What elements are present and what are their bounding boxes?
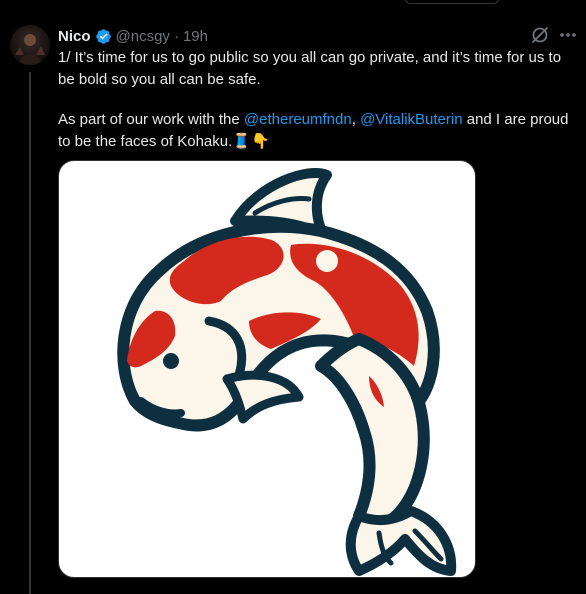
tweet-header: Nico @ncsgy · 19h <box>58 26 208 46</box>
koi-fish-image <box>117 168 457 576</box>
separator-dot: · <box>173 27 179 45</box>
more-options-icon[interactable] <box>557 26 579 44</box>
timestamp[interactable]: 19h <box>183 28 208 45</box>
thread-emoji: 🧵👇 <box>232 133 270 150</box>
verified-badge-icon <box>95 28 112 45</box>
thread-line <box>29 72 31 594</box>
tweet-media-image[interactable] <box>58 160 476 578</box>
mention-link-vitalikbuterin[interactable]: @VitalikButerin <box>360 111 463 128</box>
author-handle[interactable]: @ncsgy <box>116 28 170 45</box>
grok-icon[interactable] <box>530 25 550 45</box>
paragraph-2-prefix: As part of our work with the <box>58 111 244 128</box>
tweet-text: 1/ It’s time for us to go public so you … <box>58 47 580 153</box>
author-name[interactable]: Nico <box>58 28 91 45</box>
tweet-page: Nico @ncsgy · 19h 1/ It’s time for us to… <box>0 0 586 594</box>
koi-eye <box>163 353 179 369</box>
mention-link-ethereumfndn[interactable]: @ethereumfndn <box>244 111 352 128</box>
top-pill-button[interactable] <box>404 0 500 4</box>
paragraph-2-comma: , <box>351 111 361 128</box>
tweet-paragraph-1: 1/ It’s time for us to go public so you … <box>58 49 562 88</box>
avatar[interactable] <box>10 25 50 65</box>
tweet-paragraph-2: As part of our work with the @ethereumfn… <box>58 109 580 153</box>
koi-tail-fin <box>345 506 457 576</box>
koi-pectoral-fin <box>222 370 304 424</box>
